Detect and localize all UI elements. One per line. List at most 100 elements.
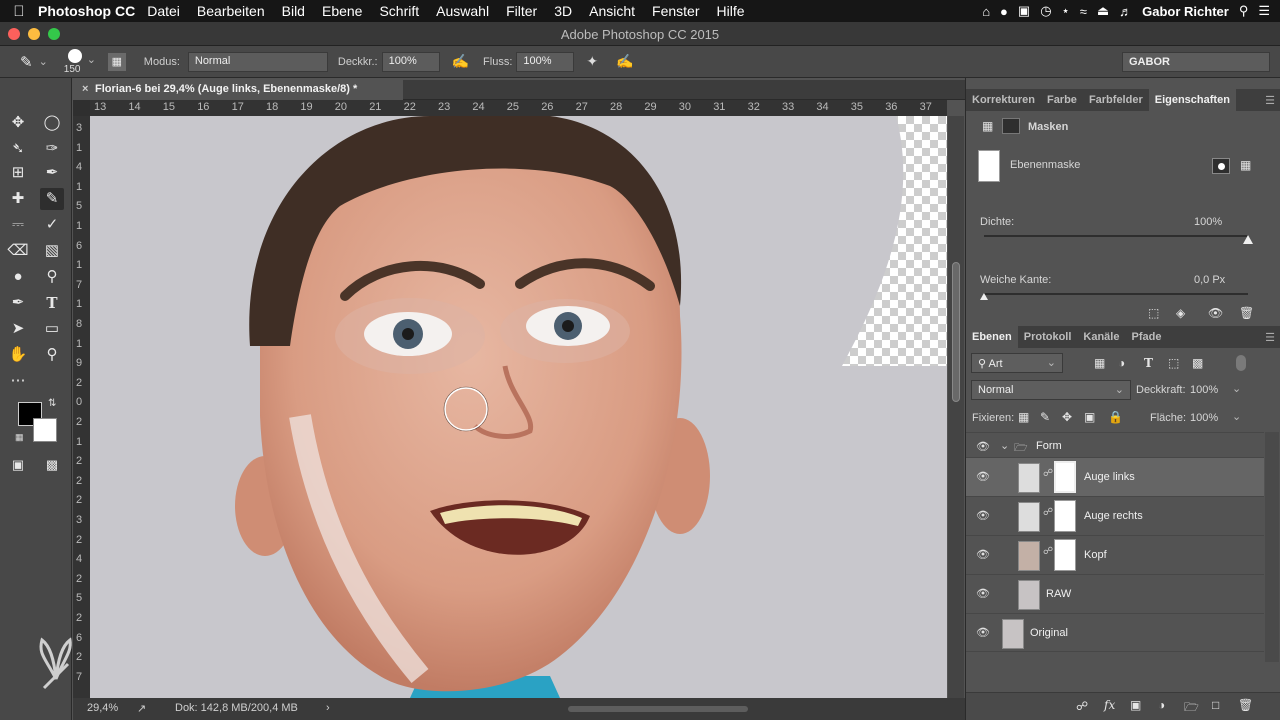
quick-mask-icon[interactable]: ▣ [6,454,30,476]
trash-icon[interactable]: 🗑 [1238,698,1253,712]
lock-all-icon[interactable]: 🔒 [1108,410,1123,424]
menu-filter[interactable]: Filter [506,3,537,19]
menu-bild[interactable]: Bild [282,3,305,19]
add-vector-mask-icon[interactable]: ▦ [1240,158,1251,172]
hand-tool-icon[interactable]: ✋ [6,344,30,366]
layer-thumbnail[interactable] [1018,502,1040,532]
lock-artboard-icon[interactable]: ▣ [1084,410,1095,424]
add-mask-icon[interactable]: ▣ [1130,698,1141,712]
filter-adjustment-icon[interactable]: ◑ [1118,356,1125,370]
notification-center-icon[interactable]: ☰ [1258,3,1270,19]
brush-tool-preset-icon[interactable]: ✎ [20,53,33,71]
vertical-ruler[interactable]: 3 1 4 1 5 1 6 1 7 1 8 1 9 2 0 2 1 2 2 2 3 2 4 2 5 2 6 2 7 [73,116,90,698]
layer-thumbnail[interactable] [1018,541,1040,571]
density-value[interactable]: 100% [1194,216,1222,228]
layer-original[interactable]: 👁 Original [966,613,1264,652]
zoom-tool-icon[interactable]: ⚲ [40,344,64,366]
screen-icon[interactable]: ▣ [1018,3,1030,19]
link-icon[interactable]: ☍ [1043,546,1053,557]
home-icon[interactable]: ⌂ [982,4,990,19]
feather-value[interactable]: 0,0 Px [1194,274,1225,286]
menu-ansicht[interactable]: Ansicht [589,3,635,19]
filter-shape-icon[interactable]: ⬚ [1168,356,1179,370]
chevron-down-icon[interactable]: ⌄ [1232,410,1241,423]
layer-opacity-value[interactable]: 100% [1190,384,1218,396]
eyedropper-tool-icon[interactable]: ✒ [40,162,64,184]
close-icon[interactable]: × [82,83,88,95]
brush-panel-toggle-icon[interactable]: ▦ [107,52,126,71]
document-canvas[interactable] [90,116,947,698]
trash-icon[interactable]: 🗑 [1239,306,1254,320]
swap-colors-icon[interactable]: ⇅ [48,398,56,409]
density-slider[interactable] [984,235,1253,244]
layer-mask-thumbnail[interactable] [1054,461,1076,493]
filter-toggle-switch[interactable] [1236,355,1246,371]
visibility-eye-icon[interactable]: 👁 [976,470,990,483]
link-icon[interactable]: ☍ [1043,468,1053,479]
layer-raw[interactable]: 👁 RAW [966,574,1264,613]
share-icon[interactable]: ↗ [137,702,146,715]
document-tab[interactable]: × Florian-6 bei 29,4% (Auge links, Ebene… [73,80,403,100]
workspace-select[interactable]: GABOR [1122,52,1270,72]
layer-style-fx-icon[interactable]: fx [1104,698,1115,712]
quick-selection-tool-icon[interactable]: ✑ [40,138,64,160]
feather-slider-handle[interactable] [980,293,988,300]
lasso-tool-icon[interactable]: ➴ [6,138,30,160]
app-menu[interactable]: Photoshop CC [38,3,135,19]
zoom-level[interactable]: 29,4% [87,702,118,714]
pressure-size-icon[interactable]: ✍ [616,53,633,70]
panel-menu-icon[interactable]: ☰ [1265,331,1275,344]
lock-position-icon[interactable]: ✥ [1062,410,1072,424]
new-adjustment-layer-icon[interactable]: ◑ [1158,698,1165,712]
move-tool-icon[interactable]: ✥ [6,112,30,134]
mode-select[interactable]: Normal [187,51,328,72]
layer-mask-thumbnail[interactable] [1054,539,1076,571]
menu-hilfe[interactable]: Hilfe [717,3,745,19]
bluetooth-icon[interactable]: ⋆ [1062,3,1070,19]
layer-thumbnail[interactable] [1002,619,1024,649]
chevron-right-icon[interactable]: › [326,702,330,714]
scrollbar-thumb[interactable] [952,262,960,402]
spotlight-search-icon[interactable]: ⚲ [1239,3,1249,19]
layer-kopf[interactable]: 👁 ☍ Kopf [966,535,1264,574]
pressure-opacity-icon[interactable]: ✍ [452,53,469,70]
visibility-eye-icon[interactable]: 👁 [976,587,990,600]
menu-3d[interactable]: 3D [554,3,572,19]
creative-cloud-icon[interactable]: ● [1000,4,1008,19]
fill-value[interactable]: 100% [1190,412,1218,424]
lock-transparency-icon[interactable]: ▦ [1018,410,1029,424]
chevron-down-icon[interactable]: ⌄ [1000,439,1009,452]
dodge-tool-icon[interactable]: ⚲ [40,266,64,288]
tab-pfade[interactable]: Pfade [1125,326,1167,348]
layer-group-form[interactable]: 👁 ⌄ 🗁 Form [966,432,1264,458]
pen-tool-icon[interactable]: ✒ [6,292,30,314]
brush-picker[interactable]: 150 ⌄ [62,47,102,77]
visibility-eye-icon[interactable]: 👁 [976,440,990,453]
tab-eigenschaften[interactable]: Eigenschaften [1148,89,1236,111]
flow-select[interactable]: 100% [516,51,575,72]
layer-thumbnail[interactable] [1018,580,1040,610]
blur-tool-icon[interactable]: ● [6,266,30,288]
tab-ebenen[interactable]: Ebenen [966,326,1018,348]
history-brush-tool-icon[interactable]: ✓ [40,214,64,236]
visibility-eye-icon[interactable]: 👁 [976,626,990,639]
screen-mode-icon[interactable]: ▩ [40,454,64,476]
density-slider-handle[interactable] [1243,235,1253,244]
layer-auge-rechts[interactable]: 👁 ☍ Auge rechts [966,496,1264,535]
path-selection-tool-icon[interactable]: ➤ [6,318,30,340]
layers-scrollbar[interactable] [1265,432,1279,662]
ruler-origin[interactable] [73,100,90,116]
menu-fenster[interactable]: Fenster [652,3,699,19]
visibility-eye-icon[interactable]: 👁 [1208,306,1223,320]
select-pixel-mask-button[interactable] [1212,158,1230,174]
blend-mode-select[interactable]: Normal ⌄ [971,380,1131,400]
tab-farbe[interactable]: Farbe [1041,89,1083,111]
clock-icon[interactable]: ◷ [1040,3,1051,19]
volume-icon[interactable]: ♬ [1119,4,1132,19]
menu-datei[interactable]: Datei [147,3,180,19]
eject-icon[interactable]: ⏏ [1097,3,1109,19]
link-icon[interactable]: ☍ [1043,507,1053,518]
vertical-scrollbar[interactable] [948,116,964,698]
eraser-tool-icon[interactable]: ⌫ [6,240,30,262]
visibility-eye-icon[interactable]: 👁 [976,509,990,522]
